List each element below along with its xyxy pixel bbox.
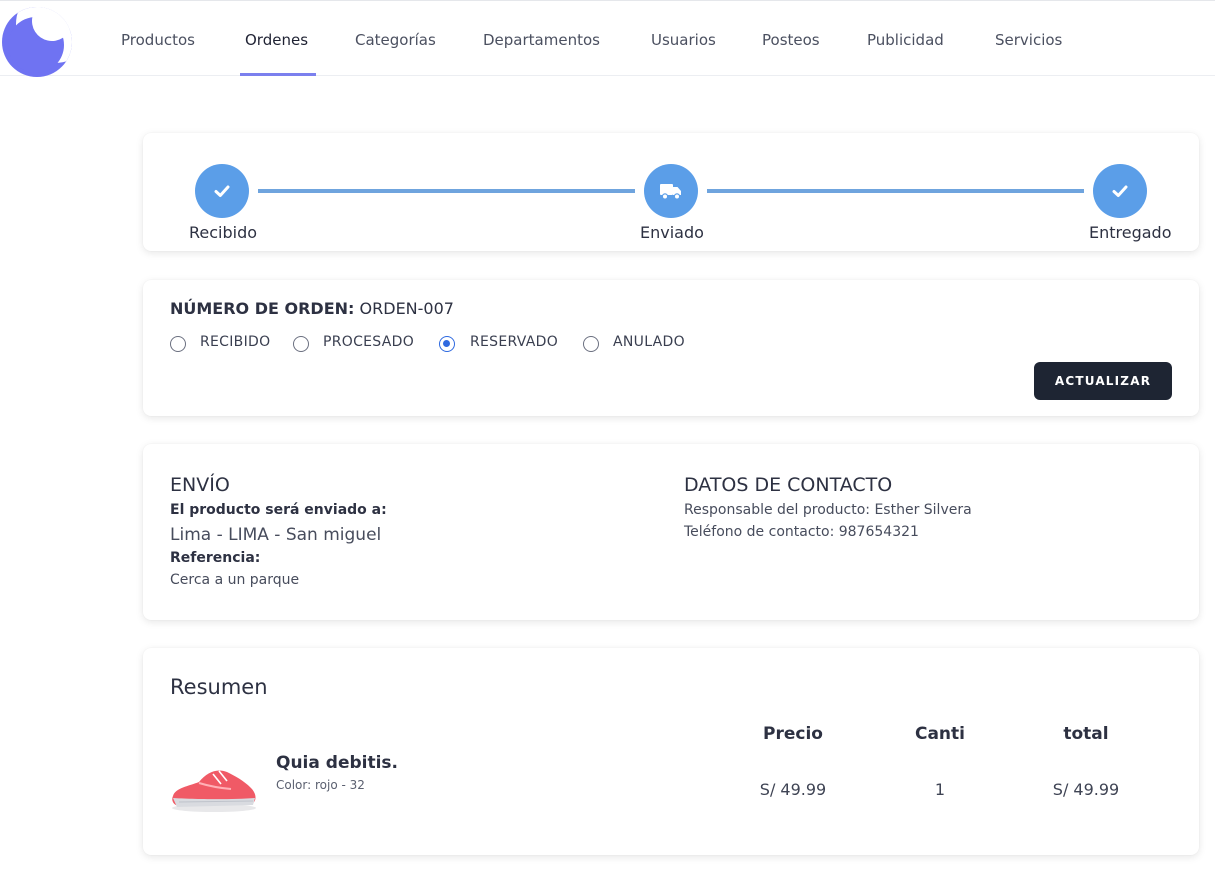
step-recibido: [195, 164, 249, 218]
contact-title: DATOS DE CONTACTO: [684, 474, 893, 496]
truck-icon: [660, 184, 681, 200]
header-price: Precio: [763, 724, 823, 744]
radio-label-recibido[interactable]: RECIBIDO: [200, 334, 270, 350]
check-icon: [1112, 185, 1128, 197]
summary-title: Resumen: [170, 675, 268, 699]
radio-label-anulado[interactable]: ANULADO: [613, 334, 685, 350]
summary-card: Resumen Precio Canti total Quia debitis.…: [143, 648, 1199, 855]
check-icon: [214, 185, 230, 197]
product-name[interactable]: Quia debitis.: [276, 753, 398, 773]
product-total: S/ 49.99: [1052, 780, 1120, 799]
order-progress-card: Recibido Enviado Entregado: [143, 133, 1199, 251]
order-number-value: ORDEN-007: [359, 299, 454, 318]
nav-item-publicidad[interactable]: Publicidad: [867, 31, 944, 49]
order-status-card: NÚMERO DE ORDEN: ORDEN-007 RECIBIDO PROC…: [143, 280, 1199, 416]
step-label-enviado: Enviado: [640, 223, 704, 242]
active-tab-indicator: [240, 73, 316, 76]
header-total: total: [1063, 724, 1109, 744]
nav-item-productos[interactable]: Productos: [121, 31, 195, 49]
product-qty: 1: [934, 780, 946, 799]
nav-item-departamentos[interactable]: Departamentos: [483, 31, 600, 49]
nav-item-posteos[interactable]: Posteos: [762, 31, 820, 49]
shipping-contact-card: ENVÍO El producto será enviado a: Lima -…: [143, 444, 1199, 620]
header-qty: Canti: [914, 724, 965, 744]
radio-label-procesado[interactable]: PROCESADO: [323, 334, 414, 350]
shipping-address: Lima - LIMA - San miguel: [170, 525, 382, 545]
nav-item-ordenes[interactable]: Ordenes: [245, 31, 308, 49]
product-price: S/ 49.99: [759, 780, 827, 799]
update-button[interactable]: ACTUALIZAR: [1034, 362, 1172, 400]
shipping-title: ENVÍO: [170, 474, 230, 496]
product-variant: Color: rojo - 32: [276, 778, 365, 792]
radio-label-reservado[interactable]: RESERVADO: [470, 334, 558, 350]
step-label-entregado: Entregado: [1089, 223, 1172, 242]
step-entregado: [1093, 164, 1147, 218]
contact-phone: Teléfono de contacto: 987654321: [684, 524, 919, 540]
reference-value: Cerca a un parque: [170, 572, 300, 588]
shipping-sent-to-label: El producto será enviado a:: [170, 502, 387, 518]
nav-item-usuarios[interactable]: Usuarios: [651, 31, 716, 49]
contact-responsible: Responsable del producto: Esther Silvera: [684, 502, 972, 518]
radio-reservado[interactable]: [439, 336, 455, 352]
top-navbar: Productos Ordenes Categorías Departament…: [0, 5, 1215, 77]
radio-recibido[interactable]: [170, 336, 186, 352]
order-number-label: NÚMERO DE ORDEN:: [170, 299, 355, 318]
radio-procesado[interactable]: [293, 336, 309, 352]
nav-item-categorias[interactable]: Categorías: [355, 31, 436, 49]
step-label-recibido: Recibido: [189, 223, 258, 242]
nav-item-servicios[interactable]: Servicios: [995, 31, 1062, 49]
step-connector: [707, 189, 1084, 193]
step-enviado: [644, 164, 698, 218]
reference-label: Referencia:: [170, 550, 261, 566]
radio-anulado[interactable]: [583, 336, 599, 352]
product-image[interactable]: [169, 758, 259, 816]
step-connector: [258, 189, 635, 193]
brand-logo[interactable]: [2, 7, 72, 77]
order-number: NÚMERO DE ORDEN: ORDEN-007: [170, 299, 454, 318]
